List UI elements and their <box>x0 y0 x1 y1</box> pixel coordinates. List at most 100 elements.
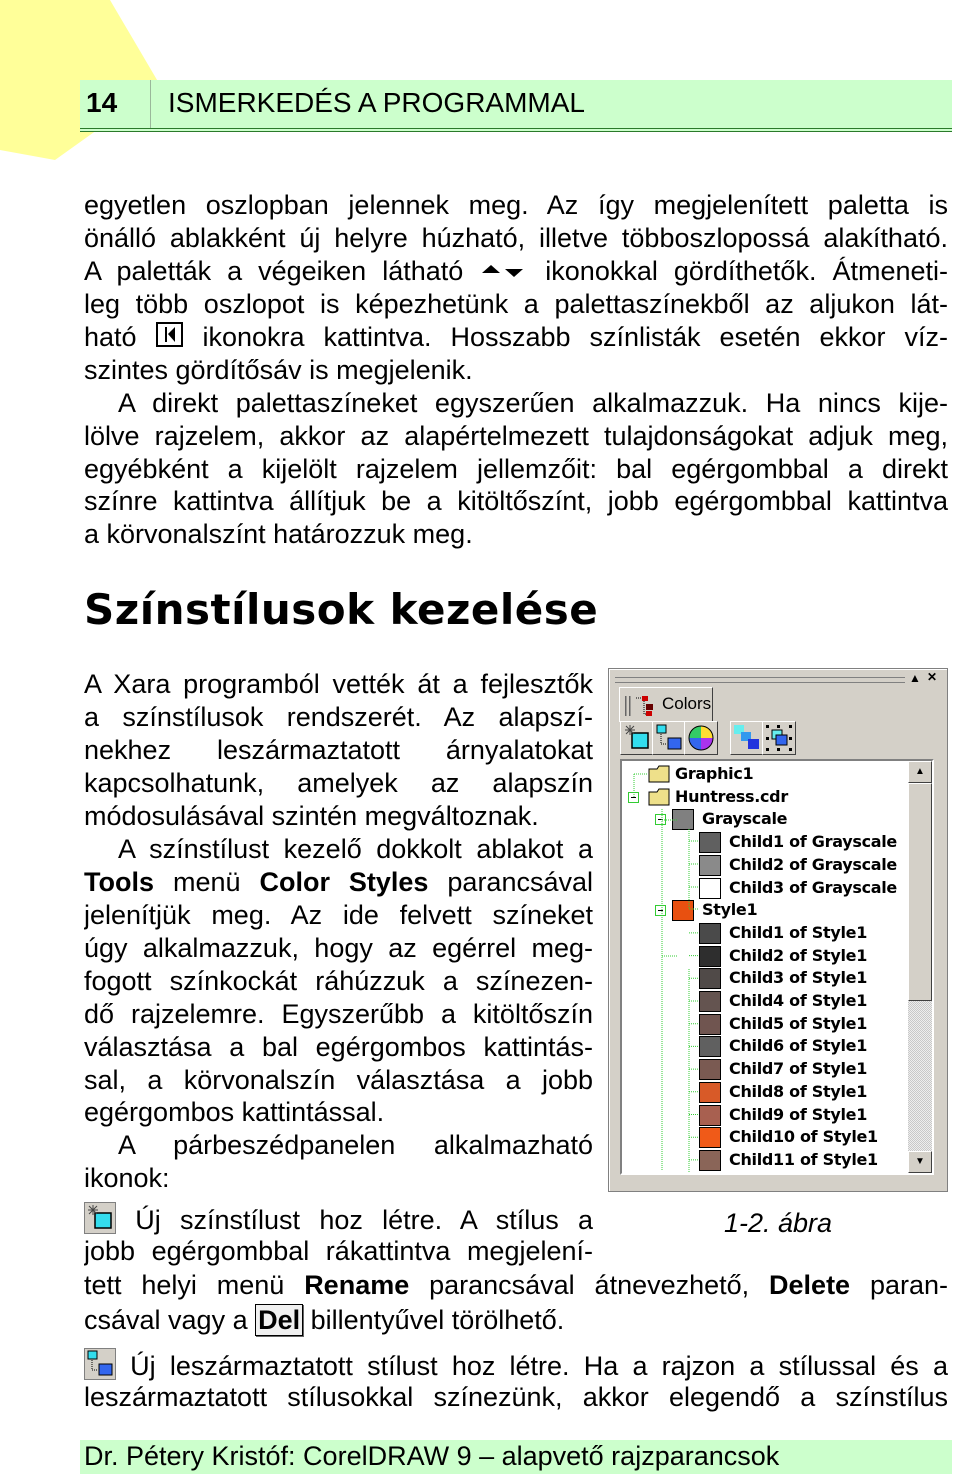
header-divider <box>150 80 151 128</box>
bold-term: Color Styles <box>259 867 429 897</box>
scroll-down-button[interactable]: ▼ <box>908 1151 932 1173</box>
text-run: kapcsolhatunk, amelyek az alapszín <box>84 768 593 798</box>
color-swatch <box>699 854 721 876</box>
tree-item-label: Graphic1 <box>675 764 754 783</box>
collapse-toggle[interactable] <box>655 905 666 917</box>
new-child-style-icon <box>653 724 685 758</box>
text-line: Tools menü Color Styles parancsával <box>84 866 593 899</box>
panel-drag-handle[interactable] <box>615 677 905 683</box>
tree-item[interactable]: Child3 of Grayscale <box>622 877 902 899</box>
tree-item-label: Child1 of Grayscale <box>729 832 897 852</box>
text-line: A Xara programból vették át a fejlesztők <box>84 668 593 701</box>
tree-item[interactable]: Child4 of Style1 <box>622 990 902 1012</box>
text-line: Új színstílust hoz létre. A stílus a <box>84 1202 593 1235</box>
toolbar-new-style-button[interactable] <box>620 721 654 755</box>
color-swatch <box>672 809 694 831</box>
color-swatch <box>699 1104 721 1126</box>
text-line: lölve rajzelem, akkor az alapértelmezett… <box>84 420 948 453</box>
text-run: módosulásával szintén megváltoznak. <box>84 801 539 831</box>
text-line: Új leszármaztatott stílust hoz létre. Ha… <box>84 1348 948 1381</box>
color-swatch <box>699 1127 721 1149</box>
tree-item-label: Style1 <box>702 900 758 920</box>
chapter-title: ISMERKEDÉS A PROGRAMMAL <box>168 87 585 118</box>
tree-item[interactable]: Child1 of Style1 <box>622 922 902 944</box>
tree-item-label: Huntress.cdr <box>675 786 788 806</box>
new-style-icon <box>621 725 653 758</box>
text-run: egérgombos kattintással. <box>84 1097 385 1127</box>
color-swatch <box>699 968 721 990</box>
tree-item-label: Child3 of Grayscale <box>729 877 897 897</box>
tree-item[interactable]: Child5 of Style1 <box>622 1013 902 1035</box>
text-run: egyébként a kijelölt rajzelem jellemzőit… <box>84 454 948 484</box>
tree-item[interactable]: Child10 of Style1 <box>622 1126 902 1149</box>
text-line: jobb egérgombbal rákattintva megjelení- <box>84 1235 593 1268</box>
text-line: kapcsolhatunk, amelyek az alapszín <box>84 767 593 800</box>
section-heading: Színstílusok kezelése <box>84 585 599 634</box>
collapse-toggle[interactable] <box>628 791 639 803</box>
text-run: egyetlen oszlopban jelennek meg. Az így … <box>84 190 948 220</box>
text-run: A direkt palettaszíneket egyszerűen alka… <box>118 388 948 418</box>
tree-item-label: Child9 of Style1 <box>729 1104 868 1124</box>
page-footer: Dr. Pétery Kristóf: CorelDRAW 9 – alapve… <box>80 1440 952 1474</box>
text-line: leg több oszlopot is képezhetünk a palet… <box>84 288 948 321</box>
bold-term: Delete <box>769 1270 851 1300</box>
tab-label: Colors <box>662 694 712 713</box>
bold-term: Rename <box>304 1270 410 1300</box>
footer-text: Dr. Pétery Kristóf: CorelDRAW 9 – alapve… <box>84 1441 780 1471</box>
text-line: tett helyi menü Rename parancsával átnev… <box>84 1269 948 1302</box>
tree-item[interactable]: Huntress.cdr <box>622 786 902 808</box>
text-run: tett helyi menü <box>84 1270 305 1300</box>
toolbar-select-button[interactable] <box>762 721 796 755</box>
tree-item[interactable]: Child8 of Style1 <box>622 1081 902 1103</box>
tree-item[interactable]: Child3 of Style1 <box>622 967 902 990</box>
tree-item-label: Child6 of Style1 <box>729 1036 868 1056</box>
keyboard-key: Del <box>255 1304 304 1336</box>
text-line: A direkt palettaszíneket egyszerűen alka… <box>118 387 948 420</box>
text-line: választása a bal egérgombos kattintás- <box>84 1031 593 1064</box>
tree-item[interactable]: Child6 of Style1 <box>622 1035 902 1058</box>
tree-item-label: Child4 of Style1 <box>729 991 868 1010</box>
tree-item[interactable]: Child1 of Grayscale <box>622 831 902 854</box>
new-child-style-icon <box>84 1348 116 1381</box>
tree-item-label: Child1 of Style1 <box>729 922 868 942</box>
text-line: dő rajzelemre. Egyszerűbb a kitöltőszín <box>84 998 593 1031</box>
panel-collapse-button[interactable]: ▲ <box>909 671 921 685</box>
text-run: menü <box>154 867 260 897</box>
tree-item[interactable]: Style1 <box>622 899 902 922</box>
toolbar-new-child-style-button[interactable] <box>652 721 686 755</box>
color-styles-panel: ▲ ✕ Colors Graphic1 Huntress.cdr Grayscale… <box>608 668 948 1192</box>
text-run: színre kattintva állítjuk be a kitöltősz… <box>84 486 948 516</box>
color-swatch <box>699 1081 721 1103</box>
text-line: leszármaztatott stílusokkal színezünk, a… <box>84 1381 948 1414</box>
color-swatch <box>699 945 721 967</box>
scroll-up-button[interactable]: ▲ <box>908 761 932 783</box>
tree-item[interactable]: Child11 of Style1 <box>622 1149 902 1171</box>
color-styles-tree[interactable]: Graphic1 Huntress.cdr Grayscale Child1 of G… <box>620 759 934 1175</box>
text-run: ikonokkal gördíthetők. Átmeneti- <box>529 256 948 286</box>
tree-item[interactable]: Graphic1 <box>622 763 902 785</box>
toolbar-gradient-button[interactable] <box>730 721 764 755</box>
tree-item[interactable]: Child9 of Style1 <box>622 1104 902 1126</box>
text-run: A párbeszédpanelen alkalmazható <box>118 1130 593 1160</box>
scroll-arrows-icon <box>479 256 529 288</box>
tree-item-label: Child2 of Style1 <box>729 945 868 965</box>
text-run: ikonokra kattintva. Hosszabb színlisták … <box>183 322 948 352</box>
tree-scrollbar[interactable]: ▲ ▼ <box>908 761 932 1173</box>
tab-colors[interactable]: Colors <box>619 687 713 722</box>
toolbar-color-wheel-button[interactable] <box>684 721 718 755</box>
scroll-thumb[interactable] <box>908 783 932 1001</box>
page-header: 14 ISMERKEDÉS A PROGRAMMAL <box>80 80 952 132</box>
panel-close-button[interactable]: ✕ <box>927 670 937 684</box>
figure-caption: 1-2. ábra <box>724 1208 833 1238</box>
tree-item[interactable]: Grayscale <box>622 808 902 831</box>
tree-item[interactable]: Child2 of Grayscale <box>622 854 902 876</box>
text-run: szintes gördítősáv is megjelenik. <box>84 355 473 385</box>
text-run: csával vagy a <box>84 1305 256 1335</box>
text-run: választása a bal egérgombos kattintás- <box>84 1032 593 1062</box>
text-line: egérgombos kattintással. <box>84 1096 593 1129</box>
text-run: billentyűvel törölhető. <box>303 1305 565 1335</box>
text-run: a körvonalszínt határozzuk meg. <box>84 519 473 549</box>
tree-item[interactable]: Child2 of Style1 <box>622 945 902 967</box>
collapse-toggle[interactable] <box>655 814 666 826</box>
tree-item[interactable]: Child7 of Style1 <box>622 1058 902 1081</box>
